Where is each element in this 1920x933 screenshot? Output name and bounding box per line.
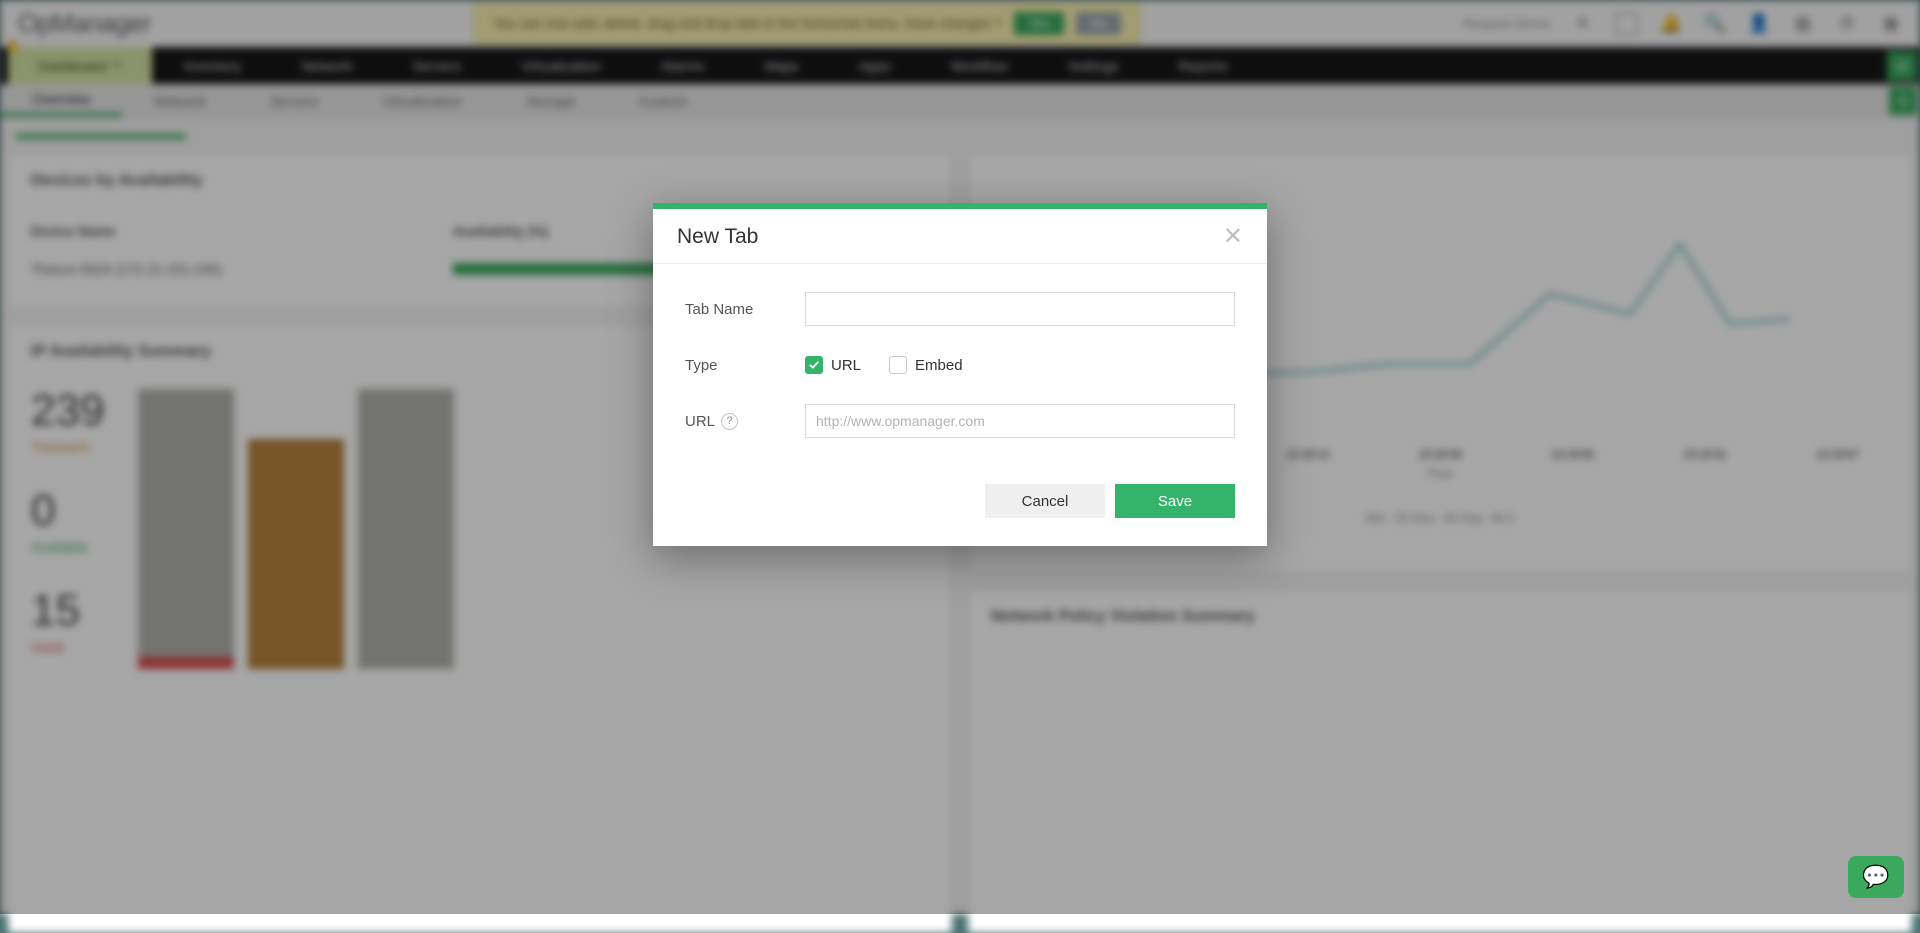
- save-button[interactable]: Save: [1115, 484, 1235, 518]
- embed-check-label: Embed: [915, 357, 963, 374]
- url-label: URL ?: [685, 413, 805, 430]
- url-input[interactable]: [805, 404, 1235, 438]
- type-label: Type: [685, 357, 805, 374]
- new-tab-modal: New Tab ✕ Tab Name Type URL Embed: [653, 203, 1267, 546]
- checkbox-unchecked-icon: [889, 356, 907, 374]
- url-check-label: URL: [831, 357, 861, 374]
- cancel-button[interactable]: Cancel: [985, 484, 1105, 518]
- modal-title: New Tab: [677, 225, 758, 249]
- chat-fab-icon[interactable]: 💬: [1848, 856, 1904, 898]
- type-embed-option[interactable]: Embed: [889, 356, 963, 374]
- tab-name-input[interactable]: [805, 292, 1235, 326]
- help-icon[interactable]: ?: [721, 413, 738, 430]
- tab-name-label: Tab Name: [685, 301, 805, 318]
- checkbox-checked-icon: [805, 356, 823, 374]
- close-icon[interactable]: ✕: [1223, 225, 1243, 249]
- type-url-option[interactable]: URL: [805, 356, 861, 374]
